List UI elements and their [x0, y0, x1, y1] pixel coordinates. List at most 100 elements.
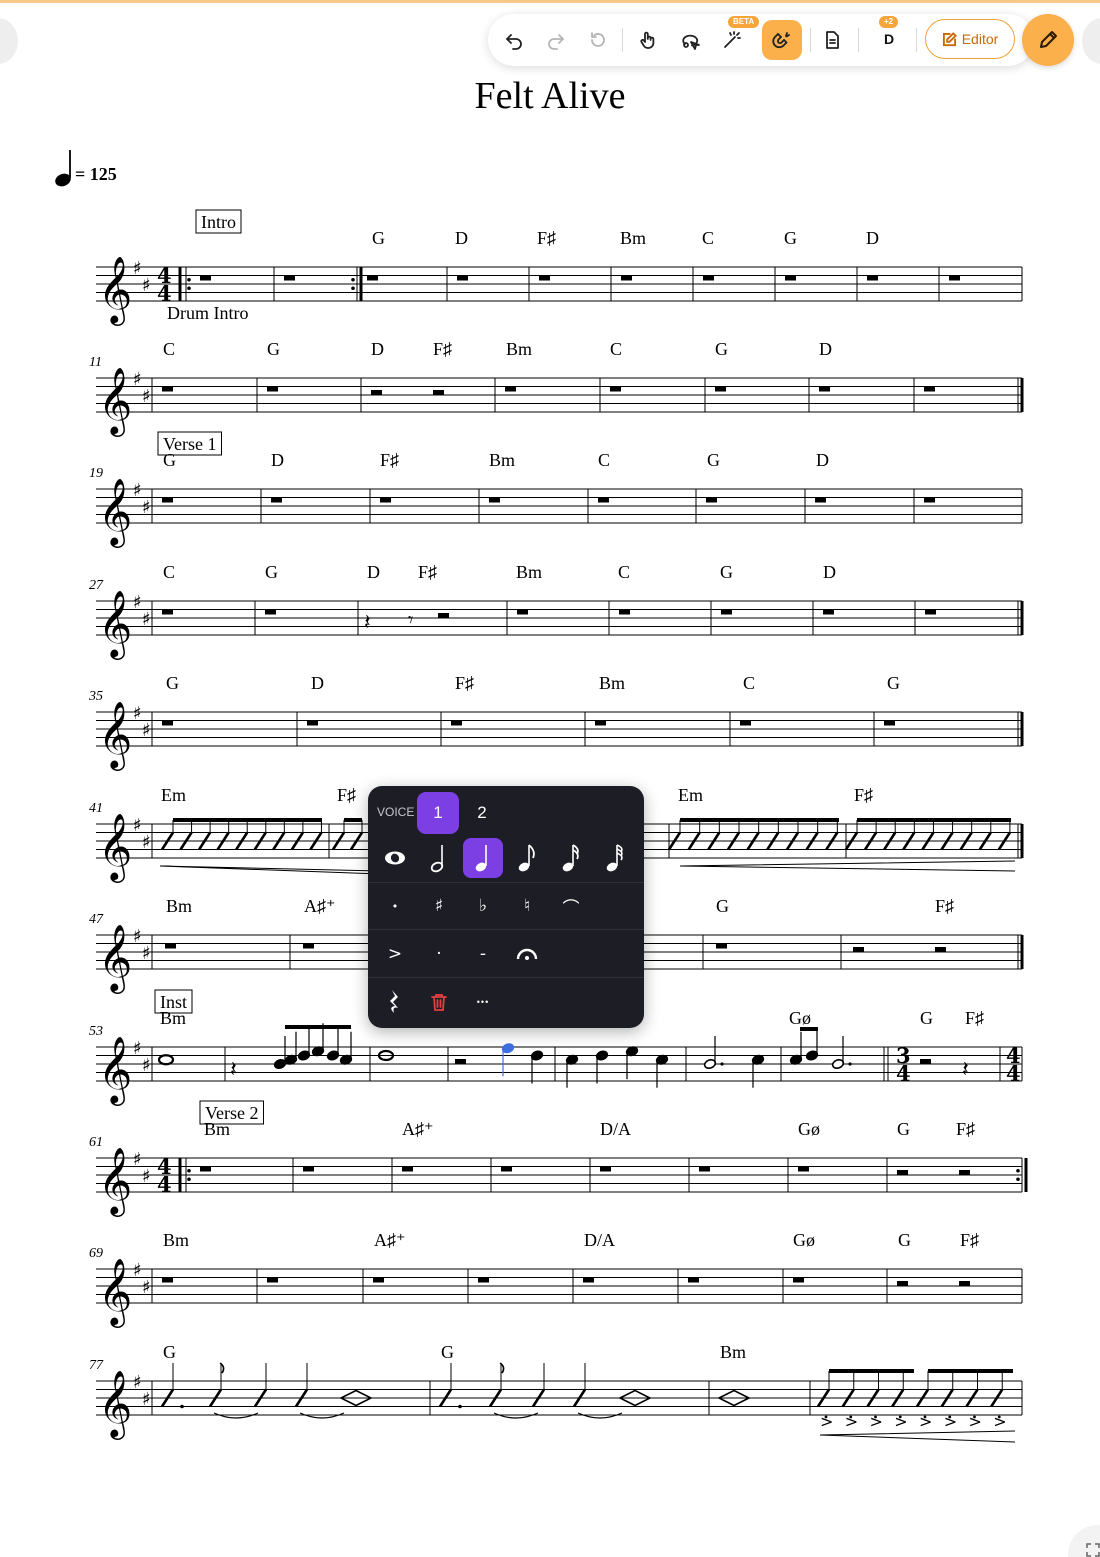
chord-symbol[interactable]: G	[265, 562, 278, 582]
whole-rest[interactable]	[715, 386, 726, 392]
chord-symbol[interactable]: G	[372, 228, 385, 248]
chord-symbol[interactable]: Bm	[720, 1342, 746, 1362]
half-rest[interactable]	[371, 390, 382, 395]
voice-1-button[interactable]: 1	[417, 792, 459, 834]
whole-rest[interactable]	[815, 497, 826, 503]
whole-rest[interactable]	[949, 275, 960, 281]
chord-symbol[interactable]: Bm	[204, 1119, 230, 1139]
staff-system[interactable]: 𝄞 ♯♯69Bm A♯⁺ D/A Gø G F♯	[89, 1230, 1023, 1328]
whole-rest[interactable]	[402, 1166, 413, 1172]
whole-rest[interactable]	[271, 497, 282, 503]
chord-symbol[interactable]: F♯	[418, 562, 437, 582]
staff-system[interactable]: 𝄞 ♯♯11C G D F♯ Bm C G D	[89, 339, 1024, 437]
tie-button[interactable]: ⌒	[551, 886, 591, 926]
chord-symbol[interactable]: F♯	[380, 450, 399, 470]
accent-button[interactable]: >	[375, 934, 415, 974]
whole-note-icon[interactable]	[375, 838, 415, 878]
flat-button[interactable]: ♭	[463, 886, 503, 926]
chord-symbol[interactable]: Bm	[516, 562, 542, 582]
fermata-icon[interactable]	[507, 934, 547, 974]
chord-symbol[interactable]: A♯⁺	[374, 1230, 406, 1250]
chord-symbol[interactable]: C	[610, 339, 622, 359]
whole-rest[interactable]	[267, 1277, 278, 1283]
whole-rest[interactable]	[600, 1166, 611, 1172]
chord-symbol[interactable]: F♯	[935, 896, 954, 916]
quarter-rest[interactable]: 𝄽	[364, 611, 371, 636]
staff-system[interactable]: 𝄞 ♯♯27C G D F♯ Bm C G D	[89, 562, 1024, 660]
whole-rest[interactable]	[162, 1277, 173, 1283]
chord-symbol[interactable]: G	[707, 450, 720, 470]
half-rest[interactable]	[438, 613, 449, 618]
whole-rest[interactable]	[162, 386, 173, 392]
whole-rest[interactable]	[267, 386, 278, 392]
half-rest[interactable]	[959, 1281, 970, 1286]
whole-rest[interactable]	[457, 275, 468, 281]
chord-symbol[interactable]: G	[163, 450, 176, 470]
chord-symbol[interactable]: F♯	[455, 673, 474, 693]
voice-2-button[interactable]: 2	[461, 792, 503, 834]
tenuto-button[interactable]: -	[463, 934, 503, 974]
whole-rest[interactable]	[688, 1277, 699, 1283]
half-rest[interactable]	[455, 1059, 466, 1064]
chord-symbol[interactable]: C	[743, 673, 755, 693]
chord-symbol[interactable]: Bm	[160, 1008, 186, 1028]
chord-symbol[interactable]: Bm	[166, 896, 192, 916]
staff-system[interactable]: 𝄞 ♯♯35G D F♯ Bm C G	[88, 673, 1024, 771]
whole-rest[interactable]	[598, 497, 609, 503]
whole-rest[interactable]	[793, 1277, 804, 1283]
chord-symbol[interactable]: F♯	[965, 1008, 984, 1028]
quarter-rest[interactable]: 𝄽	[962, 1058, 969, 1083]
whole-rest[interactable]	[583, 1277, 594, 1283]
whole-rest[interactable]	[200, 275, 211, 281]
whole-rest[interactable]	[925, 609, 936, 615]
whole-rest[interactable]	[703, 275, 714, 281]
chord-symbol[interactable]: D	[866, 228, 879, 248]
chord-symbol[interactable]: Gø	[789, 1008, 811, 1028]
chord-symbol[interactable]: D	[455, 228, 468, 248]
whole-rest[interactable]	[478, 1277, 489, 1283]
eighth-rest[interactable]: 𝄾	[408, 608, 413, 632]
chord-symbol[interactable]: C	[618, 562, 630, 582]
whole-rest[interactable]	[798, 1166, 809, 1172]
chord-symbol[interactable]: C	[163, 339, 175, 359]
more-icon[interactable]: •••	[463, 982, 503, 1022]
whole-rest[interactable]	[884, 720, 895, 726]
chord-symbol[interactable]: G	[166, 673, 179, 693]
chord-symbol[interactable]: C	[163, 562, 175, 582]
whole-rest[interactable]	[924, 497, 935, 503]
chord-symbol[interactable]: Em	[161, 785, 186, 805]
rest-icon[interactable]	[375, 982, 415, 1022]
chord-symbol[interactable]: Bm	[489, 450, 515, 470]
whole-rest[interactable]	[303, 1166, 314, 1172]
whole-rest[interactable]	[501, 1166, 512, 1172]
chord-symbol[interactable]: C	[702, 228, 714, 248]
whole-rest[interactable]	[162, 609, 173, 615]
whole-rest[interactable]	[867, 275, 878, 281]
chord-symbol[interactable]: Bm	[599, 673, 625, 693]
whole-rest[interactable]	[505, 386, 516, 392]
chord-symbol[interactable]: G	[716, 896, 729, 916]
whole-rest[interactable]	[307, 720, 318, 726]
chord-symbol[interactable]: Bm	[506, 339, 532, 359]
whole-rest[interactable]	[785, 275, 796, 281]
staccato-button[interactable]: ·	[419, 934, 459, 974]
half-rest[interactable]	[433, 390, 444, 395]
half-rest[interactable]	[853, 947, 864, 952]
eighth-note-icon[interactable]	[507, 838, 547, 878]
chord-symbol[interactable]: D	[819, 339, 832, 359]
chord-symbol[interactable]: F♯	[537, 228, 556, 248]
chord-symbol[interactable]: G	[715, 339, 728, 359]
whole-rest[interactable]	[373, 1277, 384, 1283]
whole-rest[interactable]	[699, 1166, 710, 1172]
whole-rest[interactable]	[539, 275, 550, 281]
chord-symbol[interactable]: Gø	[793, 1230, 815, 1250]
whole-rest[interactable]	[162, 497, 173, 503]
sixteenth-note-icon[interactable]	[551, 838, 591, 878]
half-rest[interactable]	[897, 1281, 908, 1286]
whole-rest[interactable]	[489, 497, 500, 503]
whole-rest[interactable]	[265, 609, 276, 615]
delete-icon[interactable]	[419, 982, 459, 1022]
whole-rest[interactable]	[367, 275, 378, 281]
chord-symbol[interactable]: A♯⁺	[304, 896, 336, 916]
whole-rest[interactable]	[165, 943, 176, 949]
